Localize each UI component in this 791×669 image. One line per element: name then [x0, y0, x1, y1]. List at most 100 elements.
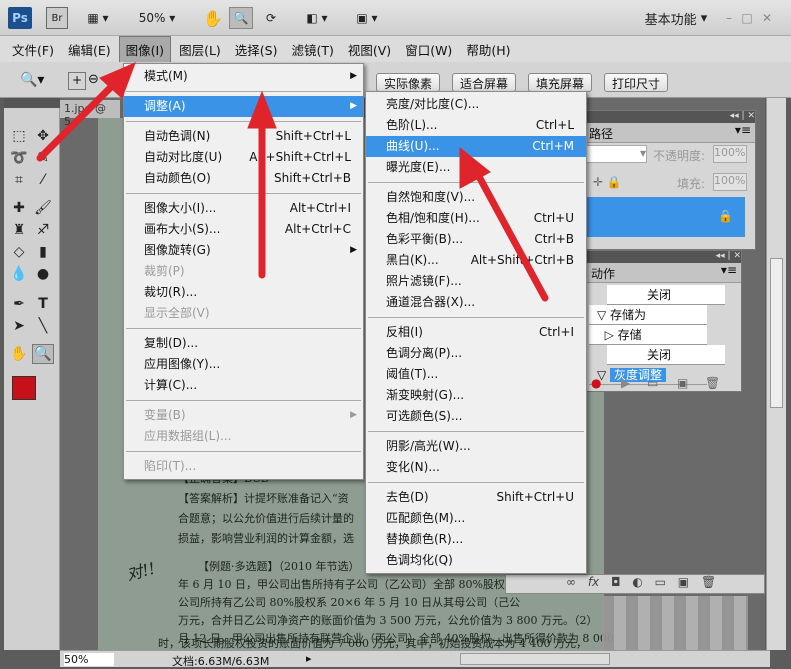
menu-filter[interactable]: 滤镜(T) [285, 37, 339, 62]
action-row[interactable]: ▷ 存储 [589, 325, 707, 345]
fit-screen-button[interactable]: 适合屏幕 [452, 73, 517, 92]
menu-item[interactable]: 色相/饱和度(H)... Ctrl+U [366, 208, 586, 229]
marquee-tool-icon[interactable]: ⬚ [8, 126, 30, 146]
move-tool-icon[interactable]: ✥ [32, 126, 54, 146]
lock-icons[interactable]: ✛ 🔒 [593, 175, 622, 189]
hand-tool-icon[interactable]: ✋ [202, 7, 224, 29]
horizontal-scrollbar-thumb[interactable] [460, 653, 610, 665]
fill-field[interactable]: 100% [713, 173, 747, 191]
menu-item[interactable]: 裁切(R)... [124, 282, 363, 303]
menu-item[interactable]: 反相(I) Ctrl+I [366, 322, 586, 343]
line-tool-icon[interactable]: ╲ [32, 316, 54, 336]
foreground-color-swatch[interactable] [12, 376, 36, 400]
zoom-in-icon[interactable]: + [68, 72, 86, 90]
menu-item[interactable]: 通道混合器(X)... [366, 292, 586, 313]
menu-item[interactable]: 曝光度(E)... [366, 157, 586, 178]
menu-item[interactable]: 渐变映射(G)... [366, 385, 586, 406]
minimize-icon[interactable]: – [722, 7, 736, 29]
menu-view[interactable]: 视图(V) [342, 37, 397, 62]
dodge-tool-icon[interactable]: ● [32, 264, 54, 284]
status-zoom[interactable]: 50% [64, 653, 114, 666]
mask-icon[interactable]: ◘ [611, 575, 621, 589]
pen-tool-icon[interactable]: ✒ [8, 294, 30, 314]
menu-item[interactable]: 计算(C)... [124, 375, 363, 396]
rotate-view-icon[interactable]: ⟳ [260, 7, 282, 29]
stamp-tool-icon[interactable]: ♜ [8, 220, 30, 240]
fx-icon[interactable]: fx [588, 575, 599, 589]
toolbox-header[interactable] [4, 98, 60, 108]
brush-tool-icon[interactable]: 🖌 [32, 198, 54, 218]
path-select-icon[interactable]: ➤ [8, 316, 30, 336]
menu-image[interactable]: 图像(I) [118, 35, 172, 63]
menu-item[interactable]: 替换颜色(R)... [366, 529, 586, 550]
menu-item[interactable]: 去色(D) Shift+Ctrl+U [366, 487, 586, 508]
close-icon[interactable]: ✕ [760, 7, 774, 29]
menu-item[interactable]: 变化(N)... [366, 457, 586, 478]
menu-item[interactable]: 画布大小(S)... Alt+Ctrl+C [124, 219, 363, 240]
history-brush-icon[interactable]: ♐ [32, 220, 54, 240]
menu-item[interactable]: 复制(D)... [124, 333, 363, 354]
menu-item[interactable]: 自然饱和度(V)... [366, 187, 586, 208]
bridge-button[interactable]: Br [46, 7, 68, 29]
zoom-level-dropdown[interactable]: 50% ▾ [132, 7, 182, 29]
zoom-tool-icon[interactable]: 🔍 [32, 344, 54, 364]
menu-help[interactable]: 帮助(H) [460, 37, 516, 62]
opacity-field[interactable]: 100% [713, 145, 747, 163]
menu-item[interactable]: 调整(A) ▶ [124, 96, 363, 117]
arrange-documents-icon[interactable]: ◧ ▾ [300, 7, 334, 29]
tool-preset-picker[interactable]: 🔍▾ [20, 72, 44, 88]
new-layer-icon[interactable]: ▣ [678, 575, 689, 589]
quick-select-icon[interactable]: ✎ [32, 148, 54, 168]
actual-pixels-button[interactable]: 实际像素 [376, 73, 441, 92]
menu-item[interactable]: 可选颜色(S)... [366, 406, 586, 427]
link-layers-icon[interactable]: ∞ [566, 575, 576, 589]
menu-item[interactable]: 图像旋转(G) ▶ [124, 240, 363, 261]
screen-mode-icon[interactable]: ▣ ▾ [350, 7, 384, 29]
menu-select[interactable]: 选择(S) [229, 37, 284, 62]
collapse-close-icon[interactable]: ◂◂ | ✕ [730, 111, 755, 121]
menu-item[interactable]: 匹配颜色(M)... [366, 508, 586, 529]
menu-item[interactable]: 阈值(T)... [366, 364, 586, 385]
play-icon[interactable]: ▶ [621, 376, 630, 390]
menu-item[interactable]: 亮度/对比度(C)... [366, 94, 586, 115]
menu-item[interactable]: 曲线(U)... Ctrl+M [366, 136, 586, 157]
menu-item[interactable]: 自动对比度(U) Alt+Shift+Ctrl+L [124, 147, 363, 168]
eraser-tool-icon[interactable]: ◇ [8, 242, 30, 262]
type-tool-icon[interactable]: T [32, 294, 54, 314]
status-menu-arrow[interactable]: ▸ [306, 652, 312, 665]
tab-actions[interactable]: 动作 [585, 263, 621, 284]
eyedropper-icon[interactable]: ⁄ [32, 170, 54, 190]
menu-layer[interactable]: 图层(L) [173, 37, 227, 62]
menu-edit[interactable]: 编辑(E) [62, 37, 117, 62]
adjustment-layer-icon[interactable]: ◐ [632, 575, 642, 589]
ps-logo[interactable]: Ps [8, 7, 32, 29]
lasso-tool-icon[interactable]: ➰ [8, 148, 30, 168]
menu-file[interactable]: 文件(F) [6, 37, 60, 62]
menu-item[interactable]: 黑白(K)... Alt+Shift+Ctrl+B [366, 250, 586, 271]
workspace-switcher[interactable]: 基本功能 ▾ [638, 7, 714, 29]
menu-window[interactable]: 窗口(W) [399, 37, 458, 62]
blend-mode-dropdown[interactable]: ▾ [585, 145, 647, 163]
scrollbar-thumb[interactable] [770, 258, 783, 408]
fill-screen-button[interactable]: 填充屏幕 [528, 73, 593, 92]
action-row[interactable]: 关闭 [607, 345, 725, 365]
menu-item[interactable]: 模式(M) ▶ [124, 66, 363, 87]
view-extras-icon[interactable]: ▦ ▾ [82, 7, 114, 29]
record-icon[interactable]: ● [591, 376, 601, 390]
blur-tool-icon[interactable]: 💧 [8, 264, 30, 284]
delete-layer-icon[interactable]: 🗑 [701, 575, 716, 589]
document-tab[interactable]: 1.jpg @ 5 [60, 100, 120, 128]
collapse-close-icon[interactable]: ◂◂ | ✕ [716, 251, 741, 261]
delete-icon[interactable]: 🗑 [705, 376, 720, 390]
menu-item[interactable]: 应用图像(Y)... [124, 354, 363, 375]
new-set-icon[interactable]: ▭ [647, 376, 658, 390]
menu-item[interactable]: 自动色调(N) Shift+Ctrl+L [124, 126, 363, 147]
gradient-tool-icon[interactable]: ▮ [32, 242, 54, 262]
healing-brush-icon[interactable]: ✚ [8, 198, 30, 218]
zoom-out-icon[interactable]: ⊖ [88, 72, 99, 87]
menu-item[interactable]: 色阶(L)... Ctrl+L [366, 115, 586, 136]
panel-menu-icon[interactable]: ▾≡ [735, 123, 755, 137]
background-layer-row[interactable]: 🔒 [585, 197, 745, 237]
menu-item[interactable]: 图像大小(I)... Alt+Ctrl+I [124, 198, 363, 219]
group-icon[interactable]: ▭ [655, 575, 666, 589]
